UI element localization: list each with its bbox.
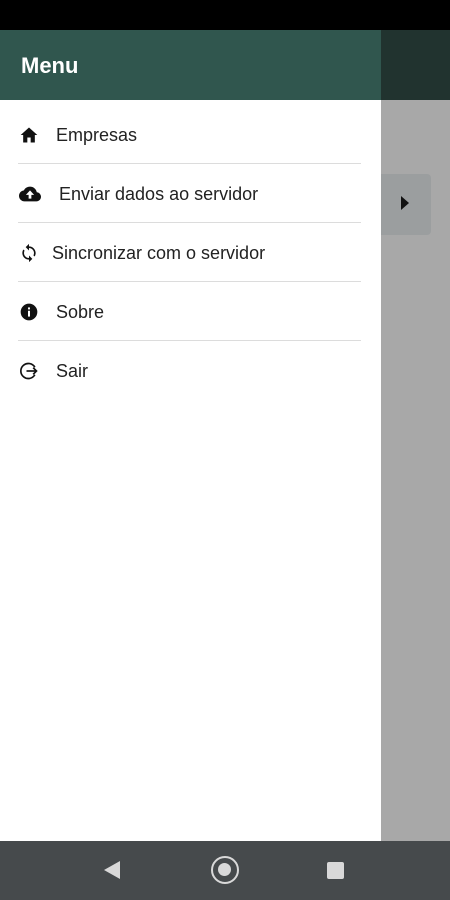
- play-arrow-icon: [401, 196, 409, 210]
- divider: [18, 163, 361, 164]
- home-button-dot: [218, 863, 231, 876]
- navigation-drawer: Menu Empresas Enviar dados ao servidor S…: [0, 30, 381, 841]
- divider: [18, 222, 361, 223]
- divider: [18, 281, 361, 282]
- menu-item-empresas[interactable]: Empresas: [0, 106, 381, 164]
- drawer-header: Menu: [0, 30, 381, 100]
- menu-item-sair[interactable]: Sair: [0, 342, 381, 400]
- menu-item-sobre[interactable]: Sobre: [0, 283, 381, 341]
- menu-item-label: Enviar dados ao servidor: [59, 184, 259, 204]
- menu-item-label: Sair: [56, 361, 89, 381]
- home-icon: [19, 125, 39, 145]
- divider: [18, 340, 361, 341]
- home-button-icon[interactable]: [211, 856, 239, 884]
- recent-apps-icon[interactable]: [327, 862, 344, 879]
- menu-item-sincronizar[interactable]: Sincronizar com o servidor: [0, 224, 381, 282]
- menu-item-label: Sobre: [56, 302, 105, 322]
- menu-item-enviar-dados[interactable]: Enviar dados ao servidor: [0, 165, 381, 223]
- menu-item-label: Empresas: [56, 125, 138, 145]
- logout-icon: [19, 361, 39, 381]
- back-icon[interactable]: [104, 861, 120, 879]
- info-icon: [19, 302, 39, 322]
- sync-icon: [19, 243, 39, 263]
- menu-item-label: Sincronizar com o servidor: [52, 243, 266, 263]
- drawer-title: Menu: [21, 53, 79, 78]
- status-bar: [0, 0, 450, 30]
- cloud-upload-icon: [19, 184, 41, 204]
